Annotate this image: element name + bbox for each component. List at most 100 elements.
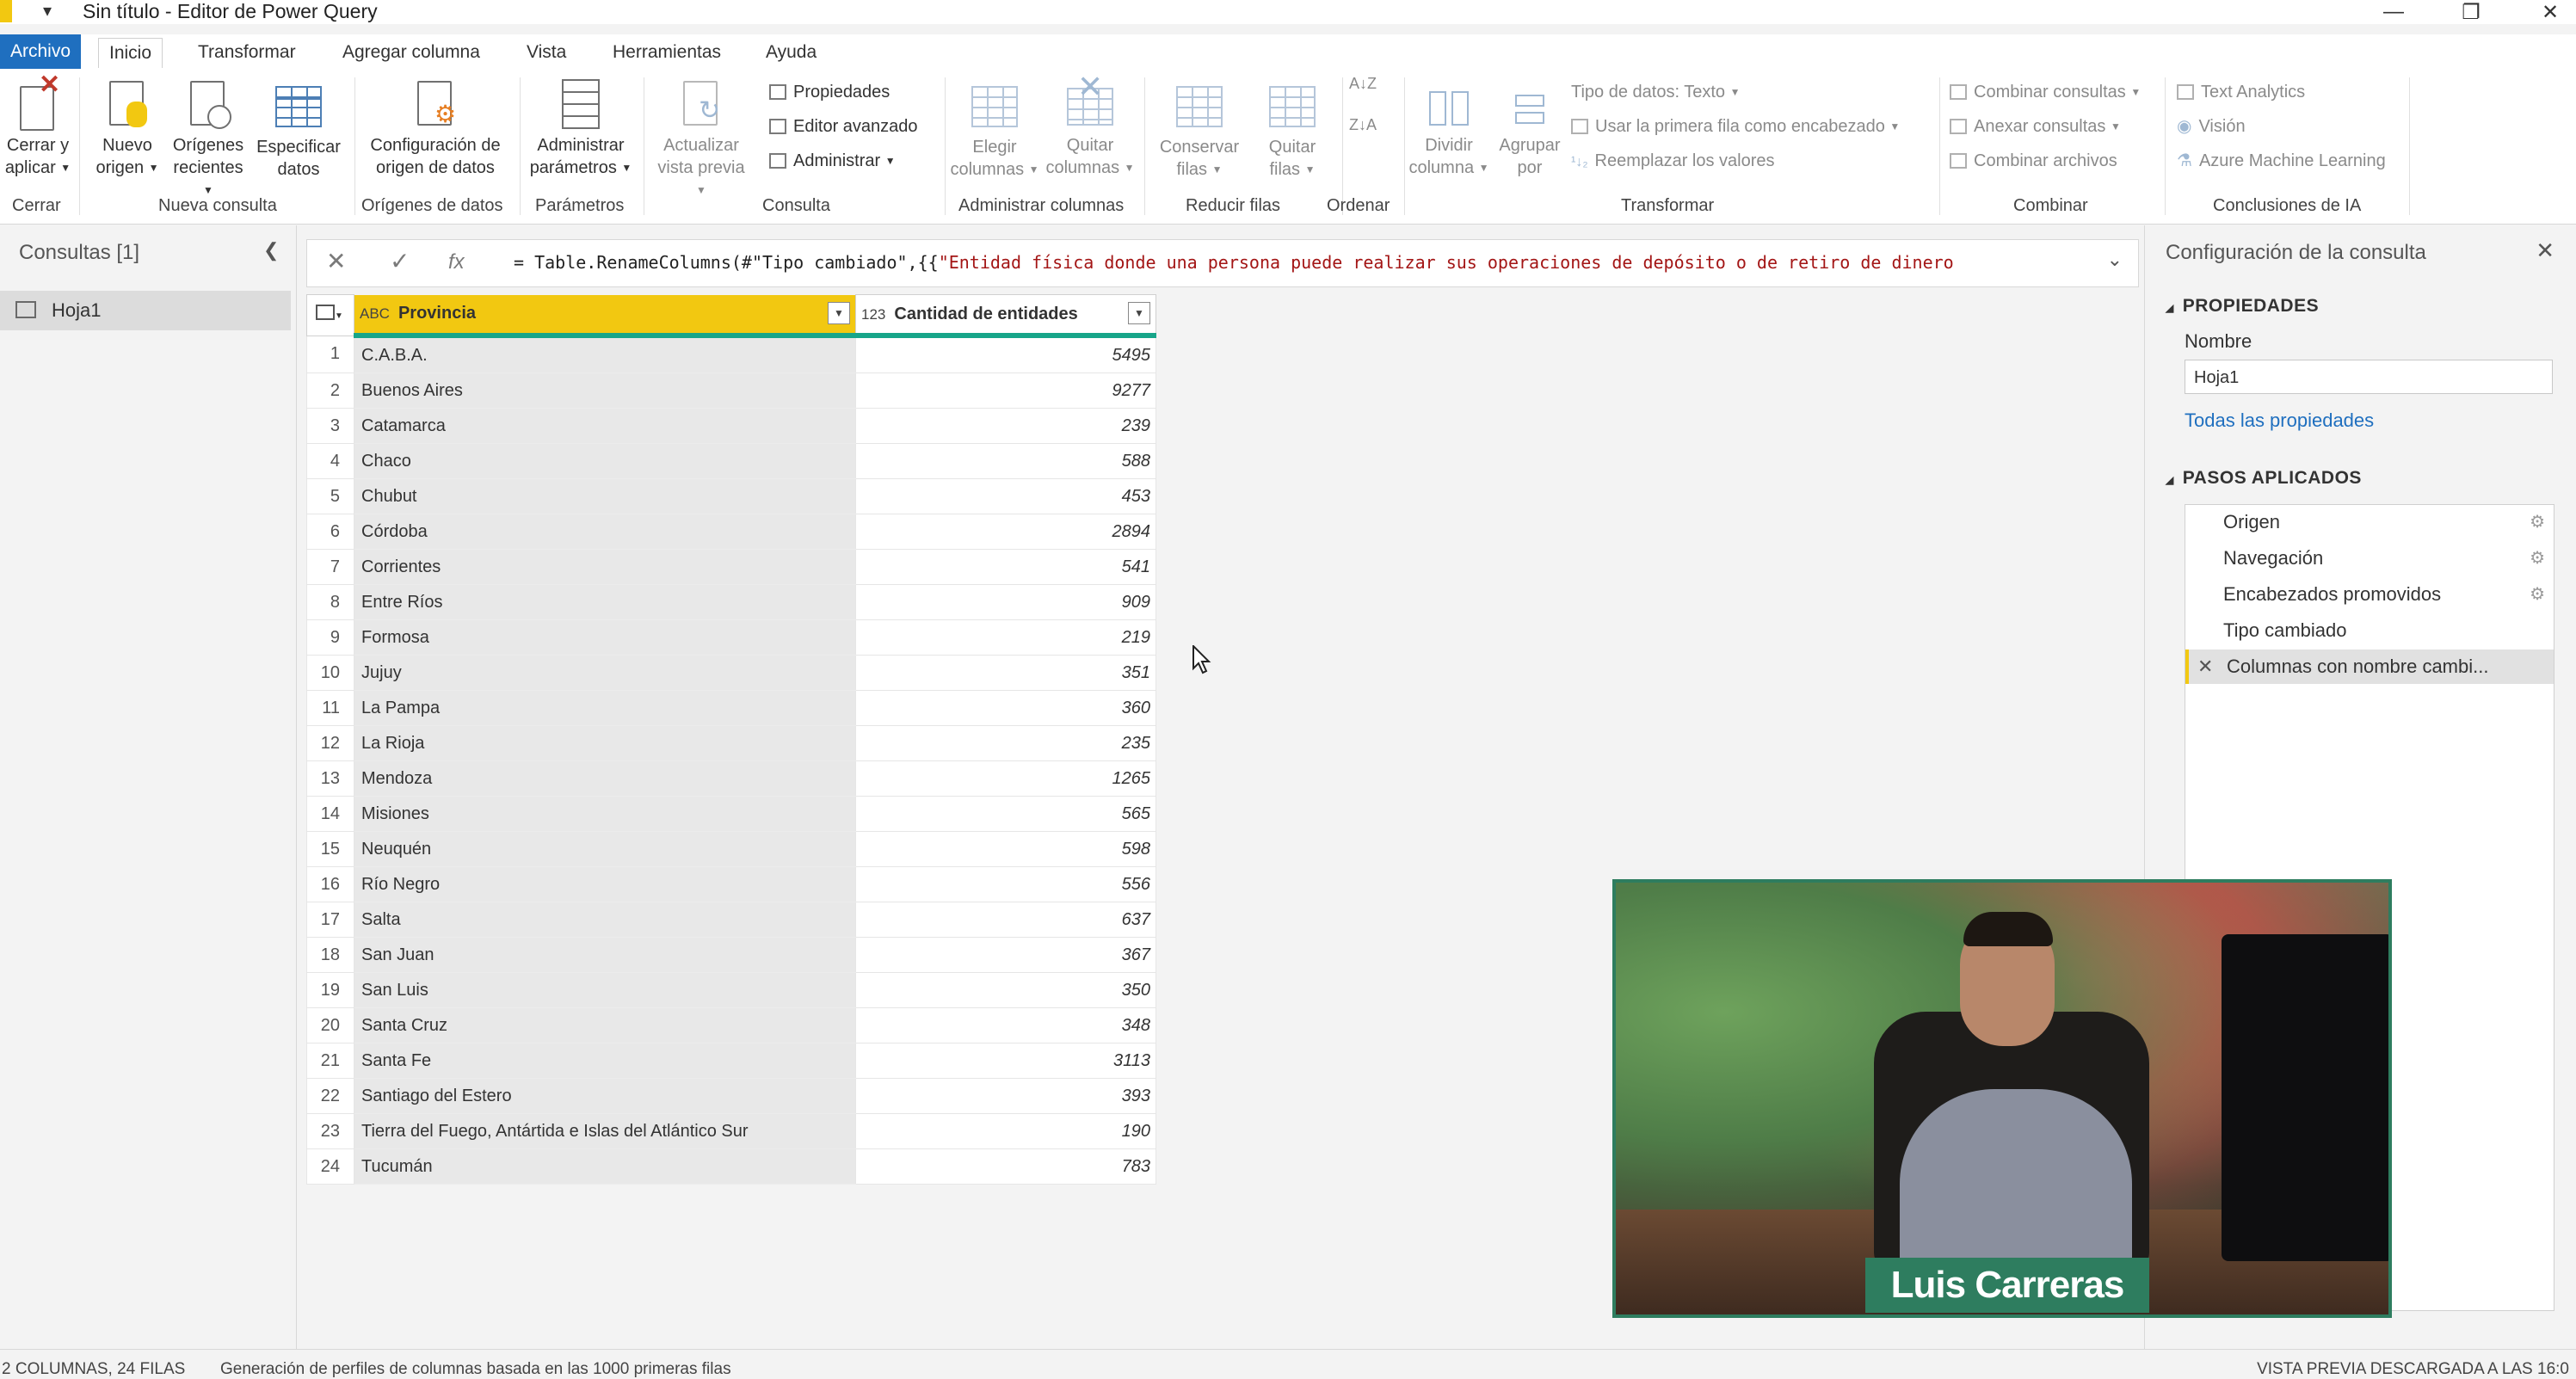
- cell-provincia[interactable]: Santa Fe: [354, 1043, 856, 1079]
- close-window-button[interactable]: ✕: [2533, 0, 2567, 25]
- fx-icon[interactable]: fx: [448, 250, 465, 274]
- cell-cantidad[interactable]: 239: [855, 408, 1156, 444]
- applied-steps-section[interactable]: ◢ PASOS APLICADOS: [2166, 468, 2362, 489]
- cell-cantidad[interactable]: 453: [855, 478, 1156, 514]
- cell-cantidad[interactable]: 393: [855, 1078, 1156, 1114]
- applied-step[interactable]: Origen ⚙: [2185, 505, 2554, 539]
- tab-vista[interactable]: Vista: [516, 38, 576, 67]
- cell-cantidad[interactable]: 360: [855, 690, 1156, 726]
- new-source-button[interactable]: Nuevo origen ▼: [89, 77, 165, 179]
- properties-button[interactable]: Propiedades: [769, 81, 890, 103]
- cell-provincia[interactable]: Córdoba: [354, 514, 856, 550]
- close-settings-icon[interactable]: ✕: [2536, 237, 2554, 264]
- row-number[interactable]: 13: [306, 760, 354, 797]
- cell-cantidad[interactable]: 350: [855, 972, 1156, 1008]
- cell-provincia[interactable]: Río Negro: [354, 866, 856, 902]
- remove-rows-button[interactable]: Quitar filas ▼: [1249, 77, 1335, 181]
- cell-provincia[interactable]: Chaco: [354, 443, 856, 479]
- row-number[interactable]: 15: [306, 831, 354, 867]
- query-name-input[interactable]: Hoja1: [2185, 360, 2553, 394]
- cell-cantidad[interactable]: 541: [855, 549, 1156, 585]
- row-number[interactable]: 19: [306, 972, 354, 1008]
- query-item-hoja1[interactable]: Hoja1: [0, 291, 291, 330]
- tab-inicio[interactable]: Inicio: [98, 38, 163, 68]
- cell-provincia[interactable]: Jujuy: [354, 655, 856, 691]
- cell-cantidad[interactable]: 2894: [855, 514, 1156, 550]
- recent-sources-button[interactable]: Orígenes recientes ▼: [167, 77, 250, 201]
- expand-formula-icon[interactable]: ⌄: [2107, 249, 2123, 271]
- cell-provincia[interactable]: Buenos Aires: [354, 372, 856, 409]
- row-number[interactable]: 1: [306, 335, 354, 373]
- merge-queries-button[interactable]: Combinar consultas ▼: [1950, 81, 2141, 103]
- column-header-provincia[interactable]: ABC Provincia ▼: [354, 294, 856, 338]
- cell-provincia[interactable]: Santiago del Estero: [354, 1078, 856, 1114]
- row-number[interactable]: 10: [306, 655, 354, 691]
- applied-step[interactable]: Encabezados promovidos ⚙: [2185, 577, 2554, 612]
- properties-section[interactable]: ◢ PROPIEDADES: [2166, 296, 2319, 317]
- row-number[interactable]: 5: [306, 478, 354, 514]
- tab-herramientas[interactable]: Herramientas: [602, 38, 731, 67]
- cell-cantidad[interactable]: 556: [855, 866, 1156, 902]
- cell-cantidad[interactable]: 598: [855, 831, 1156, 867]
- gear-icon[interactable]: ⚙: [2530, 541, 2545, 576]
- keep-rows-button[interactable]: Conservar filas ▼: [1148, 77, 1251, 181]
- cell-provincia[interactable]: San Luis: [354, 972, 856, 1008]
- row-number[interactable]: 23: [306, 1113, 354, 1149]
- split-column-button[interactable]: Dividir columna ▼: [1408, 77, 1490, 179]
- filter-dropdown-icon[interactable]: ▼: [828, 301, 850, 324]
- close-apply-button[interactable]: ✕ Cerrar y aplicar ▼: [3, 72, 72, 179]
- row-number[interactable]: 9: [306, 619, 354, 656]
- cancel-formula-icon[interactable]: ✕: [326, 247, 346, 275]
- filter-dropdown-icon[interactable]: ▼: [1128, 302, 1150, 324]
- cell-cantidad[interactable]: 783: [855, 1148, 1156, 1185]
- cell-provincia[interactable]: San Juan: [354, 937, 856, 973]
- cell-cantidad[interactable]: 190: [855, 1113, 1156, 1149]
- sort-descending-button[interactable]: Z↓A: [1349, 117, 1377, 132]
- refresh-preview-button[interactable]: ↻ Actualizar vista previa ▼: [650, 77, 752, 201]
- cell-provincia[interactable]: La Rioja: [354, 725, 856, 761]
- row-number[interactable]: 4: [306, 443, 354, 479]
- cell-provincia[interactable]: Entre Ríos: [354, 584, 856, 620]
- row-number[interactable]: 8: [306, 584, 354, 620]
- row-number[interactable]: 17: [306, 902, 354, 938]
- choose-columns-button[interactable]: Elegir columnas ▼: [948, 77, 1041, 181]
- azure-ml-button[interactable]: ⚗ Azure Machine Learning: [2177, 150, 2386, 172]
- collapse-pane-icon[interactable]: ❮: [263, 239, 279, 262]
- cell-provincia[interactable]: La Pampa: [354, 690, 856, 726]
- cell-provincia[interactable]: Catamarca: [354, 408, 856, 444]
- confirm-formula-icon[interactable]: ✓: [390, 247, 410, 275]
- applied-step[interactable]: Navegación ⚙: [2185, 541, 2554, 576]
- tab-ayuda[interactable]: Ayuda: [755, 38, 827, 67]
- gear-icon[interactable]: ⚙: [2530, 577, 2545, 612]
- row-number[interactable]: 6: [306, 514, 354, 550]
- cell-provincia[interactable]: Chubut: [354, 478, 856, 514]
- row-number[interactable]: 22: [306, 1078, 354, 1114]
- row-number[interactable]: 7: [306, 549, 354, 585]
- data-source-settings-button[interactable]: ⚙ Configuración de origen de datos: [360, 77, 511, 179]
- cell-cantidad[interactable]: 348: [855, 1007, 1156, 1043]
- cell-cantidad[interactable]: 219: [855, 619, 1156, 656]
- restore-button[interactable]: ❐: [2454, 0, 2488, 25]
- data-type-dropdown[interactable]: Tipo de datos: Texto ▼: [1571, 81, 1740, 103]
- delete-step-icon[interactable]: ✕: [2197, 649, 2213, 684]
- append-queries-button[interactable]: Anexar consultas ▼: [1950, 115, 2121, 138]
- applied-step[interactable]: ✕ Columnas con nombre cambi...: [2185, 649, 2554, 684]
- row-number[interactable]: 21: [306, 1043, 354, 1079]
- cell-provincia[interactable]: Neuquén: [354, 831, 856, 867]
- cell-cantidad[interactable]: 235: [855, 725, 1156, 761]
- gear-icon[interactable]: ⚙: [2530, 505, 2545, 539]
- cell-provincia[interactable]: C.A.B.A.: [354, 336, 856, 373]
- cell-provincia[interactable]: Formosa: [354, 619, 856, 656]
- cell-cantidad[interactable]: 367: [855, 937, 1156, 973]
- remove-columns-button[interactable]: ✕ Quitar columnas ▼: [1043, 71, 1137, 179]
- row-number[interactable]: 3: [306, 408, 354, 444]
- cell-provincia[interactable]: Tierra del Fuego, Antártida e Islas del …: [354, 1113, 856, 1149]
- cell-cantidad[interactable]: 3113: [855, 1043, 1156, 1079]
- cell-provincia[interactable]: Misiones: [354, 796, 856, 832]
- manage-query-button[interactable]: Administrar ▼: [769, 150, 896, 172]
- row-number[interactable]: 20: [306, 1007, 354, 1043]
- cell-provincia[interactable]: Mendoza: [354, 760, 856, 797]
- applied-step[interactable]: Tipo cambiado: [2185, 613, 2554, 648]
- cell-cantidad[interactable]: 637: [855, 902, 1156, 938]
- row-number[interactable]: 12: [306, 725, 354, 761]
